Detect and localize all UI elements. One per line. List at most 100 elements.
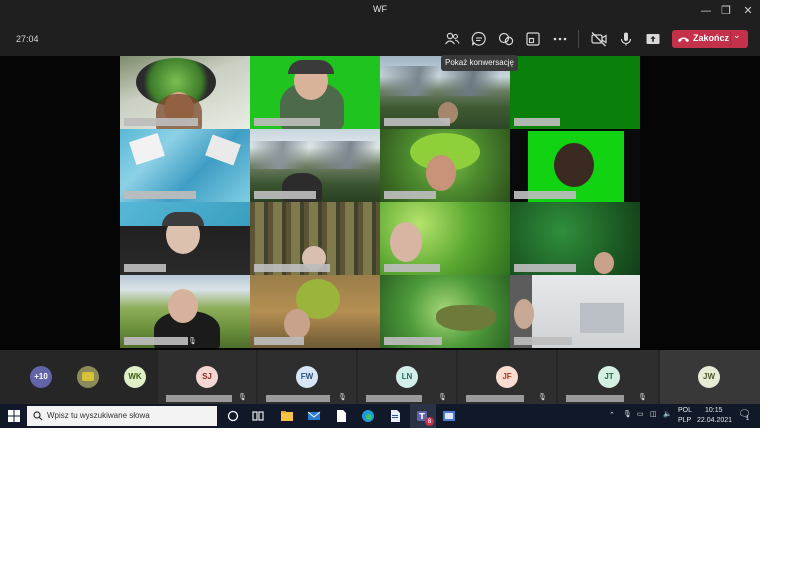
breakout-rooms-button[interactable]: [524, 30, 542, 48]
participant-face: [284, 309, 310, 339]
more-icon: [553, 37, 567, 41]
participant-photo-avatar[interactable]: [77, 366, 99, 388]
participant-face: [168, 289, 198, 323]
name-label: [254, 337, 304, 345]
teams-window: WF — ❐ ✕ 27:04 Zakończ ⌄ 🎙 Pokaż konwers…: [0, 0, 760, 428]
network-icon[interactable]: ◫: [650, 410, 657, 418]
avatar: JT: [598, 366, 620, 388]
volume-icon[interactable]: 🔈: [663, 410, 672, 418]
name-label: [384, 264, 440, 272]
restore-button[interactable]: ❐: [714, 0, 738, 22]
video-tile[interactable]: [510, 129, 640, 202]
search-placeholder: Wpisz tu wyszukiwane słowa: [47, 411, 150, 420]
close-button[interactable]: ✕: [736, 0, 760, 22]
chevron-up-icon[interactable]: ⌃: [609, 411, 615, 419]
avatar: SJ: [196, 366, 218, 388]
more-actions-button[interactable]: [551, 30, 569, 48]
mail-icon[interactable]: [306, 408, 322, 424]
video-tile[interactable]: [510, 202, 640, 275]
battery-icon[interactable]: ▭: [637, 410, 644, 418]
avatar: JF: [496, 366, 518, 388]
avatar: LN: [396, 366, 418, 388]
video-tile[interactable]: [380, 129, 510, 202]
chat-button[interactable]: [470, 30, 488, 48]
taskbar-search[interactable]: Wpisz tu wyszukiwane słowa: [27, 406, 217, 426]
phone-hangup-icon: [678, 37, 689, 42]
remote-desktop-icon[interactable]: [441, 408, 457, 424]
task-view-icon[interactable]: [250, 408, 266, 424]
file-explorer-icon[interactable]: [279, 408, 295, 424]
video-tile[interactable]: [120, 56, 250, 129]
name-label: [514, 337, 572, 345]
language-indicator[interactable]: POL: [678, 407, 692, 414]
participant-name: [166, 395, 232, 402]
participant-name: [266, 395, 330, 402]
hand-with-plant: [436, 305, 496, 331]
chat-icon: [471, 31, 486, 46]
video-tile[interactable]: [510, 56, 640, 129]
name-label: [384, 118, 450, 126]
participant-face: [514, 299, 534, 329]
avatar: WK: [124, 366, 146, 388]
microphone-icon[interactable]: 🎙: [623, 410, 632, 418]
video-tile[interactable]: [120, 129, 250, 202]
document-icon[interactable]: [333, 408, 349, 424]
chat-tooltip: Pokaż konwersację: [441, 55, 518, 71]
participant-jf[interactable]: JF 🎙: [458, 350, 556, 404]
participant-face: [426, 155, 456, 191]
video-tile[interactable]: [380, 275, 510, 348]
muted-mic-icon: 🎙: [438, 393, 447, 401]
snack-bag: [205, 134, 241, 166]
name-label: [384, 191, 436, 199]
headphones: [162, 212, 204, 226]
people-icon: [445, 32, 460, 45]
participant-fw[interactable]: FW 🎙: [258, 350, 356, 404]
reactions-button[interactable]: [497, 30, 515, 48]
participant-sj[interactable]: SJ 🎙: [158, 350, 256, 404]
windows-start-icon[interactable]: [8, 410, 20, 422]
video-tile[interactable]: [250, 275, 380, 348]
clock-time[interactable]: 10:15: [705, 407, 723, 414]
participant-wk[interactable]: WK: [110, 350, 160, 404]
video-tile[interactable]: [380, 202, 510, 275]
video-grid: 🎙: [0, 56, 760, 350]
video-tile[interactable]: [250, 202, 380, 275]
name-label: [124, 264, 166, 272]
clock-date[interactable]: 22.04.2021: [697, 417, 732, 424]
muted-mic-icon: 🎙: [238, 393, 247, 401]
participant-face: [594, 252, 614, 274]
name-label: [124, 191, 196, 199]
mic-toggle[interactable]: [617, 30, 635, 48]
rooms-icon: [526, 32, 540, 46]
microphone-icon: [620, 32, 632, 46]
share-screen-button[interactable]: [644, 30, 662, 48]
leave-button[interactable]: Zakończ ⌄: [672, 30, 748, 48]
chevron-down-icon[interactable]: ⌄: [733, 31, 741, 41]
participant-ln[interactable]: LN 🎙: [358, 350, 456, 404]
more-participants-button[interactable]: +10: [30, 366, 52, 388]
muted-mic-icon: 🎙: [538, 393, 547, 401]
muted-mic-icon: 🎙: [338, 393, 347, 401]
participant-jt[interactable]: JT 🎙: [558, 350, 658, 404]
video-tile[interactable]: [250, 56, 380, 129]
cortana-icon[interactable]: [225, 408, 241, 424]
video-tile[interactable]: [250, 129, 380, 202]
video-tile[interactable]: [120, 202, 250, 275]
teams-taskbar-button[interactable]: T 8: [410, 404, 436, 428]
word-document-icon[interactable]: [387, 408, 403, 424]
keyboard-layout[interactable]: PLP: [678, 417, 691, 424]
name-label: [514, 118, 560, 126]
video-tile[interactable]: 🎙: [120, 275, 250, 348]
notification-badge: 8: [425, 417, 434, 426]
camera-toggle[interactable]: [590, 30, 608, 48]
video-tile[interactable]: [510, 275, 640, 348]
name-label: [254, 118, 320, 126]
avatar: JW: [698, 366, 720, 388]
muted-mic-icon: 🎙: [638, 393, 647, 401]
participant-jw[interactable]: JW: [660, 350, 760, 404]
people-button[interactable]: [443, 30, 461, 48]
system-tray: ⌃ 🎙 ▭ ◫ 🔈 POL PLP 10:15 22.04.2021 🗨 1: [606, 404, 760, 428]
toolbar-divider: [578, 30, 579, 48]
meeting-toolbar: 27:04: [0, 22, 760, 56]
edge-icon[interactable]: [360, 408, 376, 424]
